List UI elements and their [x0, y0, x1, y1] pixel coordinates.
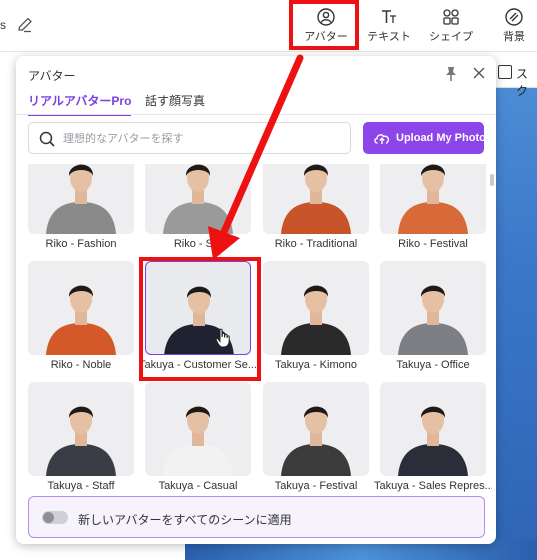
search-icon: [39, 131, 55, 147]
shapes-icon: [443, 9, 459, 25]
stage-toolbar: スク: [492, 60, 537, 98]
avatar-card-label: Takuya - Sales Repres...: [374, 480, 492, 492]
close-icon[interactable]: [472, 66, 486, 80]
avatar-thumbnail: [398, 285, 468, 355]
scrollbar-thumb[interactable]: [490, 174, 494, 186]
background-icon: [505, 8, 523, 26]
canvas-stage: スク: [492, 60, 537, 560]
avatar-thumbnail: [398, 406, 468, 476]
pin-icon[interactable]: [444, 66, 458, 82]
avatar-card-label: Takuya - Casual: [158, 480, 238, 492]
panel-title: アバター: [28, 69, 76, 83]
avatar-thumbnail: [281, 406, 351, 476]
tool-shapes[interactable]: シェイプ: [423, 8, 479, 48]
tab-divider: [16, 114, 496, 115]
tool-shapes-label: シェイプ: [429, 31, 473, 43]
avatar-card[interactable]: [145, 382, 251, 476]
apply-all-scenes-box: 新しいアバターをすべてのシーンに適用: [28, 496, 485, 538]
avatar-card[interactable]: [380, 382, 486, 476]
avatar-thumbnail: [46, 164, 116, 234]
pencil-icon[interactable]: [16, 16, 34, 34]
avatar-card-label: Riko - Stu: [173, 238, 223, 250]
tab-real-avatar-pro[interactable]: リアルアバターPro: [28, 92, 132, 116]
avatar-tool-highlight: [289, 0, 359, 50]
avatar-card[interactable]: [145, 164, 251, 234]
top-toolbar: s アバター テキスト シェイプ 背景: [0, 0, 537, 52]
tool-background[interactable]: 背景: [486, 8, 537, 48]
avatar-card[interactable]: [28, 164, 134, 234]
hand-cursor-icon: [215, 328, 230, 348]
avatar-card-label: Riko - Festival: [398, 238, 468, 250]
avatar-card-label: Riko - Noble: [50, 359, 112, 371]
avatar-thumbnail: [46, 406, 116, 476]
avatar-card-label: Takuya - Kimono: [275, 359, 357, 371]
avatar-thumbnail: [281, 285, 351, 355]
selected-avatar-highlight: [139, 257, 261, 381]
avatar-thumbnail: [281, 164, 351, 234]
tool-text-label: テキスト: [367, 31, 411, 43]
avatar-card[interactable]: [263, 164, 369, 234]
stage-label: スク: [516, 67, 529, 98]
tool-text[interactable]: テキスト: [361, 8, 417, 48]
avatar-card[interactable]: [28, 382, 134, 476]
tab-talking-photo[interactable]: 話す顔写真: [145, 92, 205, 114]
avatar-card[interactable]: [28, 261, 134, 355]
avatar-card-label: Riko - Fashion: [45, 238, 117, 250]
search-input[interactable]: [63, 129, 343, 149]
truncated-text: s: [0, 18, 6, 32]
avatar-thumbnail: [163, 164, 233, 234]
apply-all-toggle[interactable]: [42, 511, 68, 524]
avatar-thumbnail: [398, 164, 468, 234]
cloud-upload-icon: [374, 134, 390, 144]
screen-icon: [498, 65, 512, 79]
apply-all-label: 新しいアバターをすべてのシーンに適用: [78, 513, 292, 527]
avatar-card-label: Takuya - Office: [396, 359, 470, 371]
toggle-knob: [43, 512, 54, 523]
avatar-card[interactable]: [263, 382, 369, 476]
search-box: [28, 122, 351, 154]
upload-button-label: Upload My Photo: [396, 132, 486, 144]
avatar-thumbnail: [46, 285, 116, 355]
avatar-card[interactable]: [263, 261, 369, 355]
avatar-card[interactable]: [380, 164, 486, 234]
avatar-card-label: Takuya - Staff: [47, 480, 115, 492]
tool-background-label: 背景: [503, 31, 525, 43]
text-icon: [382, 10, 396, 23]
upload-photo-button[interactable]: Upload My Photo: [363, 122, 486, 154]
avatar-card-label: Riko - Traditional: [274, 238, 358, 250]
avatar-card-label: Takuya - Festival: [274, 480, 358, 492]
avatar-thumbnail: [163, 406, 233, 476]
avatar-card[interactable]: [380, 261, 486, 355]
